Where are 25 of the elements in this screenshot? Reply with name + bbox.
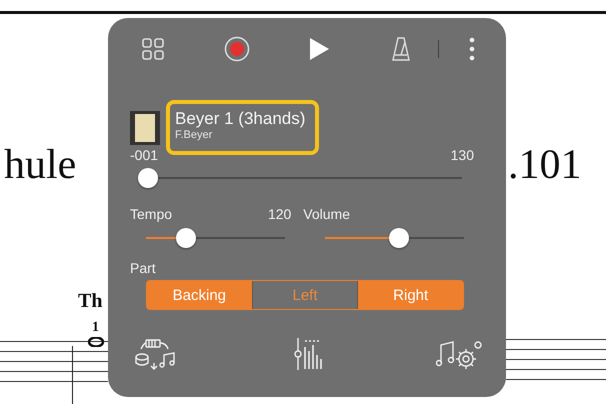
play-icon[interactable] xyxy=(308,37,330,61)
slider-thumb[interactable] xyxy=(388,228,409,248)
score-title-text: hule xyxy=(4,144,78,186)
whole-note-icon xyxy=(88,337,104,347)
album-thumbnail[interactable] xyxy=(130,110,160,144)
song-title: Beyer 1 (3hands) xyxy=(175,109,306,129)
metronome-icon[interactable] xyxy=(392,37,410,61)
tempo-value: 120 xyxy=(268,206,292,222)
part-label: Part xyxy=(130,260,156,276)
song-composer: F.Beyer xyxy=(175,129,214,141)
tempo-label: Tempo xyxy=(130,206,172,222)
grid-icon[interactable] xyxy=(142,38,164,60)
more-icon[interactable] xyxy=(469,37,475,61)
record-button[interactable] xyxy=(224,36,250,62)
position-start-label: -001 xyxy=(130,147,158,163)
score-heading: Th xyxy=(78,291,104,311)
mixer-icon[interactable] xyxy=(294,337,322,371)
measure-number: 1 xyxy=(92,321,100,335)
part-toggle[interactable]: Backing xyxy=(147,281,252,309)
slider-thumb[interactable] xyxy=(176,228,196,248)
score-opus-text: .101 xyxy=(508,144,582,186)
position-end-label: 130 xyxy=(450,147,474,163)
volume-label: Volume xyxy=(303,206,350,222)
part-toggle[interactable]: Right xyxy=(357,281,463,309)
slider-thumb[interactable] xyxy=(138,168,158,188)
